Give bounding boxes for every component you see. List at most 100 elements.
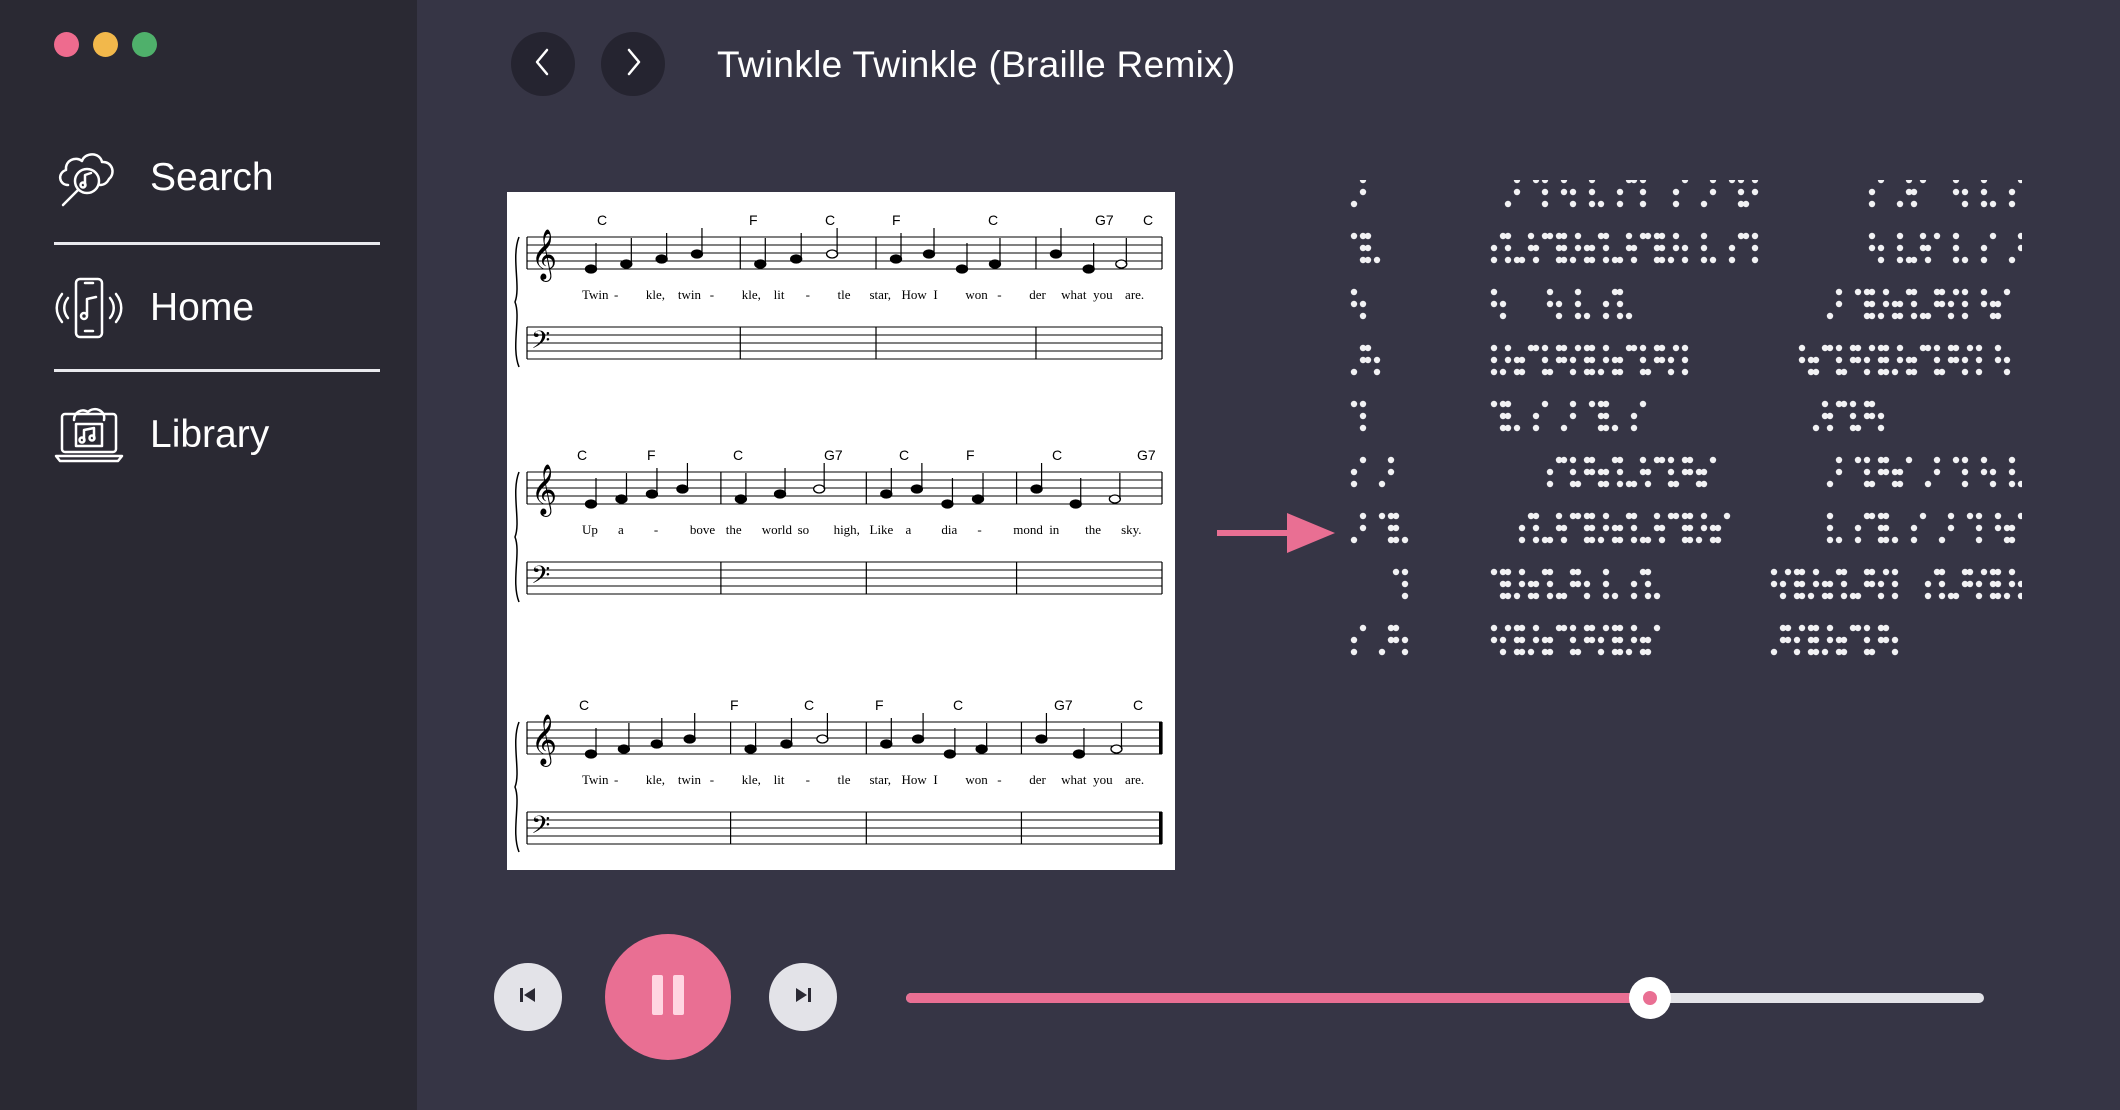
braille-dot <box>1961 188 1969 196</box>
braille-dot <box>1504 200 1512 208</box>
chord-symbol: F <box>892 212 901 228</box>
braille-dot <box>1798 344 1806 352</box>
forward-button[interactable] <box>601 32 665 96</box>
braille-dot <box>1588 468 1596 476</box>
braille-dot <box>1751 256 1759 264</box>
progress-track[interactable] <box>906 977 1984 1019</box>
braille-dot <box>1919 176 1927 184</box>
note-head <box>1030 484 1043 494</box>
braille-dot <box>1681 344 1689 352</box>
note-head <box>615 494 628 504</box>
back-button[interactable] <box>511 32 575 96</box>
braille-dot <box>1658 232 1666 240</box>
braille-dot <box>1938 288 1946 296</box>
sidebar-divider <box>54 242 380 245</box>
lyric-syllable: tle <box>838 772 851 787</box>
braille-dot <box>1602 624 1610 632</box>
chord-symbol: F <box>647 447 656 463</box>
braille-dot <box>1546 468 1554 476</box>
braille-dot <box>1541 176 1549 184</box>
braille-dot <box>1532 256 1540 264</box>
sidebar-item-library[interactable]: Library <box>54 400 269 470</box>
braille-dot <box>1994 568 2002 576</box>
braille-dot <box>1560 188 1568 196</box>
braille-dot <box>1490 568 1498 576</box>
braille-dot <box>1504 356 1512 364</box>
sidebar-item-home[interactable]: Home <box>54 273 254 343</box>
braille-dot <box>1933 344 1941 352</box>
lyric-syllable: - <box>654 522 658 537</box>
sidebar-item-search[interactable]: Search <box>54 143 274 213</box>
play-pause-button[interactable] <box>605 934 731 1060</box>
braille-dot <box>1840 592 1848 600</box>
braille-dot <box>1499 300 1507 308</box>
braille-dot <box>1966 580 1974 588</box>
braille-dot <box>1546 648 1554 656</box>
braille-dot <box>1882 636 1890 644</box>
previous-track-button[interactable] <box>494 963 562 1031</box>
braille-dot <box>1700 524 1708 532</box>
braille-dot <box>1947 312 1955 320</box>
braille-dot <box>1709 256 1717 264</box>
note-head <box>650 739 663 749</box>
braille-dot <box>1644 636 1652 644</box>
note-head <box>889 254 903 264</box>
braille-dot <box>1569 636 1577 644</box>
lyric-syllable: I <box>933 287 937 302</box>
braille-dot <box>1583 580 1591 588</box>
progress-fill <box>906 993 1650 1003</box>
braille-dot <box>1812 624 1820 632</box>
braille-dot <box>1658 256 1666 264</box>
chord-symbol: F <box>730 697 739 713</box>
braille-output <box>1342 176 2039 860</box>
chord-symbol: C <box>804 697 814 713</box>
braille-dot <box>1700 480 1708 488</box>
progress-thumb[interactable] <box>1628 977 1671 1019</box>
brace <box>514 236 520 368</box>
braille-dot <box>1546 288 1554 296</box>
braille-dot <box>1919 232 1927 240</box>
braille-dot <box>1686 536 1694 544</box>
maximize-window-button[interactable] <box>132 32 157 57</box>
braille-dot <box>1672 480 1680 488</box>
braille-dot <box>2008 468 2016 476</box>
braille-dots <box>1350 176 2039 656</box>
braille-dot <box>1672 188 1680 196</box>
braille-dot <box>1490 256 1498 264</box>
next-track-button[interactable] <box>769 963 837 1031</box>
braille-dot <box>1728 256 1736 264</box>
lyric-syllable: - <box>806 772 810 787</box>
braille-dot <box>1555 300 1563 308</box>
braille-dot <box>1938 568 1946 576</box>
braille-dot <box>1588 400 1596 408</box>
braille-dot <box>2008 480 2016 488</box>
braille-dot <box>1639 400 1647 408</box>
minimize-window-button[interactable] <box>93 32 118 57</box>
braille-dot <box>1401 648 1409 656</box>
braille-dot <box>1350 648 1358 656</box>
lyric-syllable: twin <box>678 772 702 787</box>
braille-dot <box>1714 524 1722 532</box>
braille-dot <box>1630 636 1638 644</box>
close-window-button[interactable] <box>54 32 79 57</box>
braille-dot <box>2008 256 2016 264</box>
treble-clef: 𝄞 <box>531 714 557 767</box>
braille-dot <box>1364 344 1372 352</box>
braille-dot <box>1686 512 1694 520</box>
braille-dot <box>1896 200 1904 208</box>
braille-dot <box>1611 424 1619 432</box>
music-system: 𝄞𝄢C F C F C G7 CTwin - kle, twin - kle, lit - tle star,… <box>514 212 1163 368</box>
lyric-syllable: won <box>965 287 988 302</box>
braille-dot <box>2017 580 2025 588</box>
braille-dot <box>1882 456 1890 464</box>
braille-dot <box>1826 512 1834 520</box>
braille-dot <box>1532 244 1540 252</box>
braille-dot <box>1961 288 1969 296</box>
braille-dot <box>1975 368 1983 376</box>
note-head <box>676 484 689 494</box>
braille-dot <box>1541 400 1549 408</box>
braille-dot <box>1616 300 1624 308</box>
braille-dot <box>1504 580 1512 588</box>
braille-dot <box>1868 288 1876 296</box>
braille-dot <box>1569 400 1577 408</box>
